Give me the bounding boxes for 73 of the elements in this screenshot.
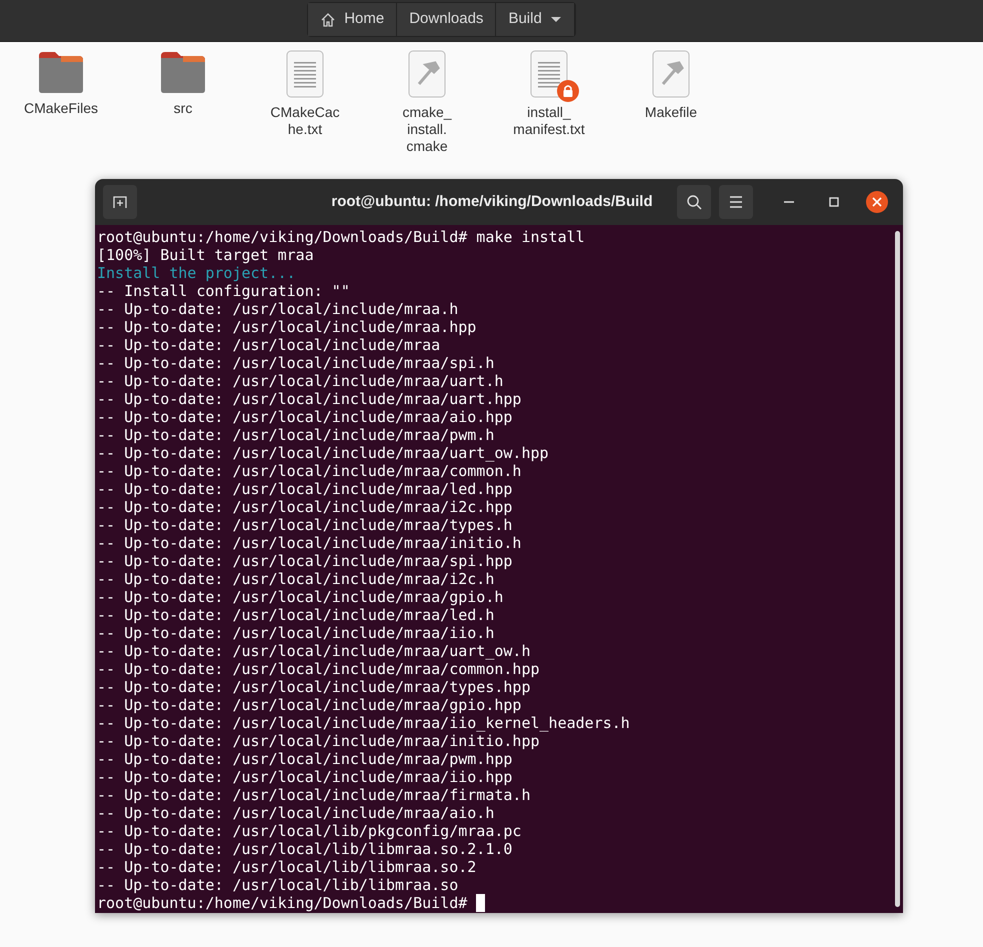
file-item[interactable]: cmake_install.cmake [366, 50, 488, 155]
output-line: -- Up-to-date: /usr/local/include/mraa/uart_ow.hpp [97, 444, 550, 462]
menu-icon [729, 196, 743, 208]
output-line: -- Up-to-date: /usr/local/lib/pkgconfig/mraa.pc [97, 822, 522, 840]
output-line: -- Up-to-date: /usr/local/include/mraa/led.h [97, 606, 496, 624]
output-line: -- Up-to-date: /usr/local/include/mraa/types.h [97, 516, 514, 534]
close-button[interactable] [866, 191, 888, 213]
output-line: -- Up-to-date: /usr/local/include/mraa/i2c.hpp [97, 498, 514, 516]
window-title: root@ubuntu: /home/viking/Downloads/Build [330, 192, 654, 212]
caret-icon [550, 16, 562, 24]
file-name: CMakeFiles [23, 100, 99, 117]
file-item[interactable]: CMakeFiles [0, 50, 122, 117]
output-line: -- Up-to-date: /usr/local/include/mraa/iio.h [97, 624, 496, 642]
output-line: -- Up-to-date: /usr/local/include/mraa/spi.h [97, 354, 496, 372]
file-item[interactable]: Makefile [610, 50, 732, 121]
file-item[interactable]: install_manifest.txt [488, 50, 610, 138]
new-tab-button[interactable] [103, 185, 137, 219]
output-line: -- Up-to-date: /usr/local/include/mraa/aio.hpp [97, 408, 514, 426]
output-line: -- Up-to-date: /usr/local/include/mraa/initio.hpp [97, 732, 541, 750]
folder-icon [37, 50, 85, 94]
lock-icon [557, 80, 579, 102]
new-tab-icon [112, 194, 128, 210]
output-line: -- Up-to-date: /usr/local/include/mraa/firmata.h [97, 786, 532, 804]
file-name: Makefile [644, 104, 698, 121]
output-line: -- Up-to-date: /usr/local/include/mraa/pwm.hpp [97, 750, 514, 768]
output-line: -- Up-to-date: /usr/local/include/mraa.hpp [97, 318, 478, 336]
output-line: -- Up-to-date: /usr/local/include/mraa/iio_kernel_headers.h [97, 714, 631, 732]
output-line: -- Up-to-date: /usr/local/lib/libmraa.so.2 [97, 858, 478, 876]
output-line: -- Up-to-date: /usr/local/include/mraa/types.hpp [97, 678, 532, 696]
path-label: Home [344, 9, 384, 30]
output-line: Install the project... [97, 264, 297, 282]
path-label: Build [508, 9, 542, 30]
output-line: -- Up-to-date: /usr/local/include/mraa/iio.hpp [97, 768, 514, 786]
folder-icon [159, 50, 207, 94]
maximize-icon [829, 197, 839, 207]
output-line: -- Up-to-date: /usr/local/lib/libmraa.so.2.1.0 [97, 840, 514, 858]
file-item[interactable]: src [122, 50, 244, 117]
output-line: -- Up-to-date: /usr/local/include/mraa/common.h [97, 462, 522, 480]
output-line: -- Up-to-date: /usr/local/include/mraa/uart.hpp [97, 390, 522, 408]
file-item[interactable]: CMakeCache.txt [244, 50, 366, 138]
command-line: root@ubuntu:/home/viking/Downloads/Build# make install [97, 228, 586, 246]
file-name: CMakeCache.txt [269, 104, 341, 138]
output-line: -- Up-to-date: /usr/local/include/mraa.h [97, 300, 460, 318]
output-line: -- Up-to-date: /usr/local/include/mraa/i2c.h [97, 570, 496, 588]
cursor [476, 894, 486, 912]
minimize-icon [784, 201, 794, 203]
output-line: -- Up-to-date: /usr/local/include/mraa/spi.hpp [97, 552, 514, 570]
menu-button[interactable] [719, 185, 753, 219]
close-icon [872, 197, 882, 207]
output-line: -- Up-to-date: /usr/local/include/mraa/uart.h [97, 372, 504, 390]
prompt: root@ubuntu:/home/viking/Downloads/Build# [97, 894, 468, 912]
search-button[interactable] [677, 185, 711, 219]
output-line: -- Up-to-date: /usr/local/include/mraa/aio.h [97, 804, 496, 822]
search-icon [686, 194, 702, 210]
output-line: -- Up-to-date: /usr/local/include/mraa/gpio.h [97, 588, 504, 606]
path-segment[interactable]: Home [308, 3, 398, 36]
path-segment[interactable]: Build [496, 3, 575, 36]
output-line: -- Up-to-date: /usr/local/include/mraa/pwm.h [97, 426, 496, 444]
file-name: install_manifest.txt [512, 104, 586, 138]
output-line: -- Up-to-date: /usr/local/include/mraa/initio.h [97, 534, 522, 552]
output-line: -- Install configuration: "" [97, 282, 351, 300]
file-name: src [172, 100, 194, 117]
home-icon [320, 12, 336, 28]
file-name: cmake_install.cmake [401, 104, 453, 155]
path-label: Downloads [409, 9, 484, 30]
output-line: [100%] Built target mraa [97, 246, 315, 264]
output-line: -- Up-to-date: /usr/local/include/mraa/common.hpp [97, 660, 541, 678]
output-line: -- Up-to-date: /usr/local/lib/libmraa.so [97, 876, 460, 894]
output-line: -- Up-to-date: /usr/local/include/mraa [97, 336, 442, 354]
output-line: -- Up-to-date: /usr/local/include/mraa/gpio.hpp [97, 696, 522, 714]
output-line: -- Up-to-date: /usr/local/include/mraa/uart_ow.h [97, 642, 532, 660]
path-segment[interactable]: Downloads [397, 3, 496, 36]
output-line: -- Up-to-date: /usr/local/include/mraa/led.hpp [97, 480, 514, 498]
